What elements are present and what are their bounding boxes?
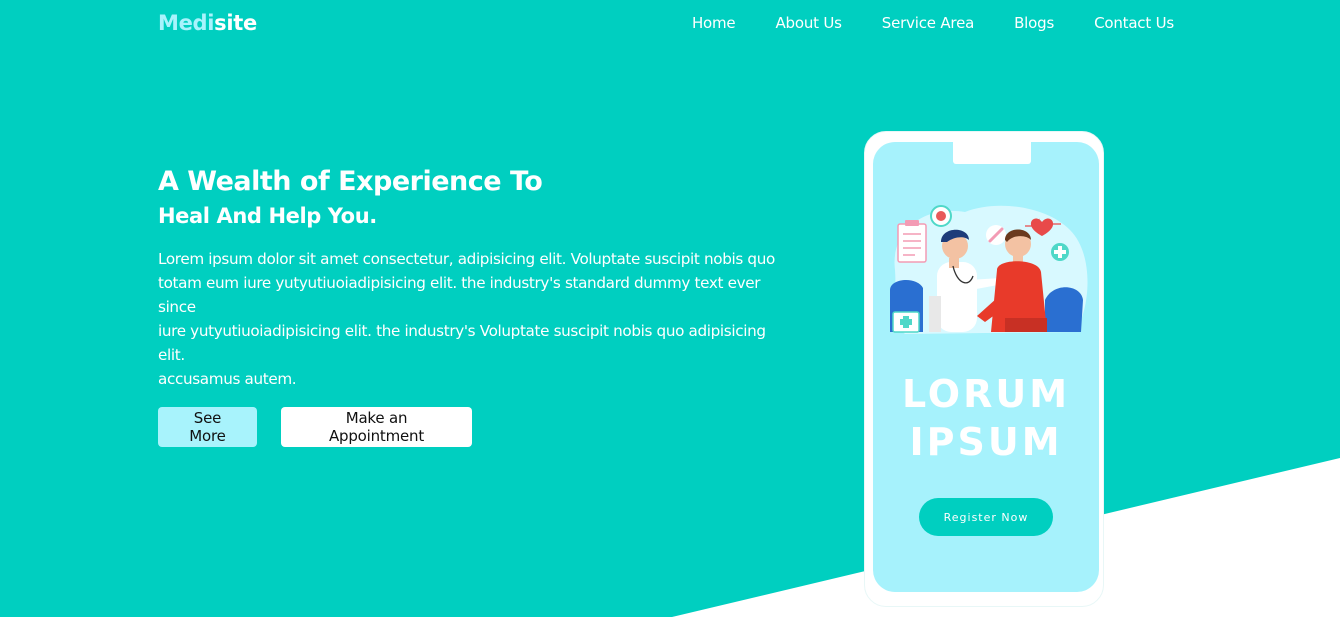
- description-line: accusamus autem.: [158, 370, 297, 388]
- nav-link-blogs[interactable]: Blogs: [1014, 14, 1054, 32]
- phone-screen-title: LORUM IPSUM: [873, 370, 1099, 466]
- nav-link-about-us[interactable]: About Us: [775, 14, 842, 32]
- nav-link-service-area[interactable]: Service Area: [882, 14, 975, 32]
- hero-section: A Wealth of Experience To Heal And Help …: [158, 166, 788, 447]
- description-line: Lorem ipsum dolor sit amet consectetur, …: [158, 250, 775, 268]
- description-line: iure yutyutiuoiadipisicing elit. the ind…: [158, 322, 766, 364]
- logo-part-site: site: [214, 11, 257, 35]
- clipboard-icon: [897, 220, 927, 263]
- site-logo[interactable]: Medisite: [158, 11, 257, 35]
- hero-buttons: See More Make an Appointment: [158, 407, 788, 447]
- logo-part-medi: Medi: [158, 11, 215, 35]
- phone-notch: [953, 142, 1031, 164]
- nav-link-contact-us[interactable]: Contact Us: [1094, 14, 1174, 32]
- make-appointment-button[interactable]: Make an Appointment: [281, 407, 472, 447]
- nav-link-home[interactable]: Home: [692, 14, 736, 32]
- doctor-patient-illustration: [890, 205, 1088, 334]
- top-navbar: Medisite Home About Us Service Area Blog…: [0, 0, 1340, 48]
- title-line-1: LORUM: [901, 372, 1071, 416]
- register-now-button[interactable]: Register Now: [919, 498, 1053, 536]
- title-line-2: IPSUM: [909, 420, 1063, 464]
- phone-screen: LORUM IPSUM Register Now: [873, 142, 1099, 592]
- description-line: totam eum iure yutyutiuoiadipisicing eli…: [158, 274, 761, 316]
- nav-links: Home About Us Service Area Blogs Contact…: [692, 14, 1174, 32]
- hero-title: A Wealth of Experience To: [158, 166, 543, 197]
- see-more-button[interactable]: See More: [158, 407, 257, 447]
- hero-subtitle: Heal And Help You.: [158, 204, 377, 228]
- hero-description: Lorem ipsum dolor sit amet consectetur, …: [158, 247, 786, 391]
- phone-mockup: LORUM IPSUM Register Now: [864, 131, 1104, 607]
